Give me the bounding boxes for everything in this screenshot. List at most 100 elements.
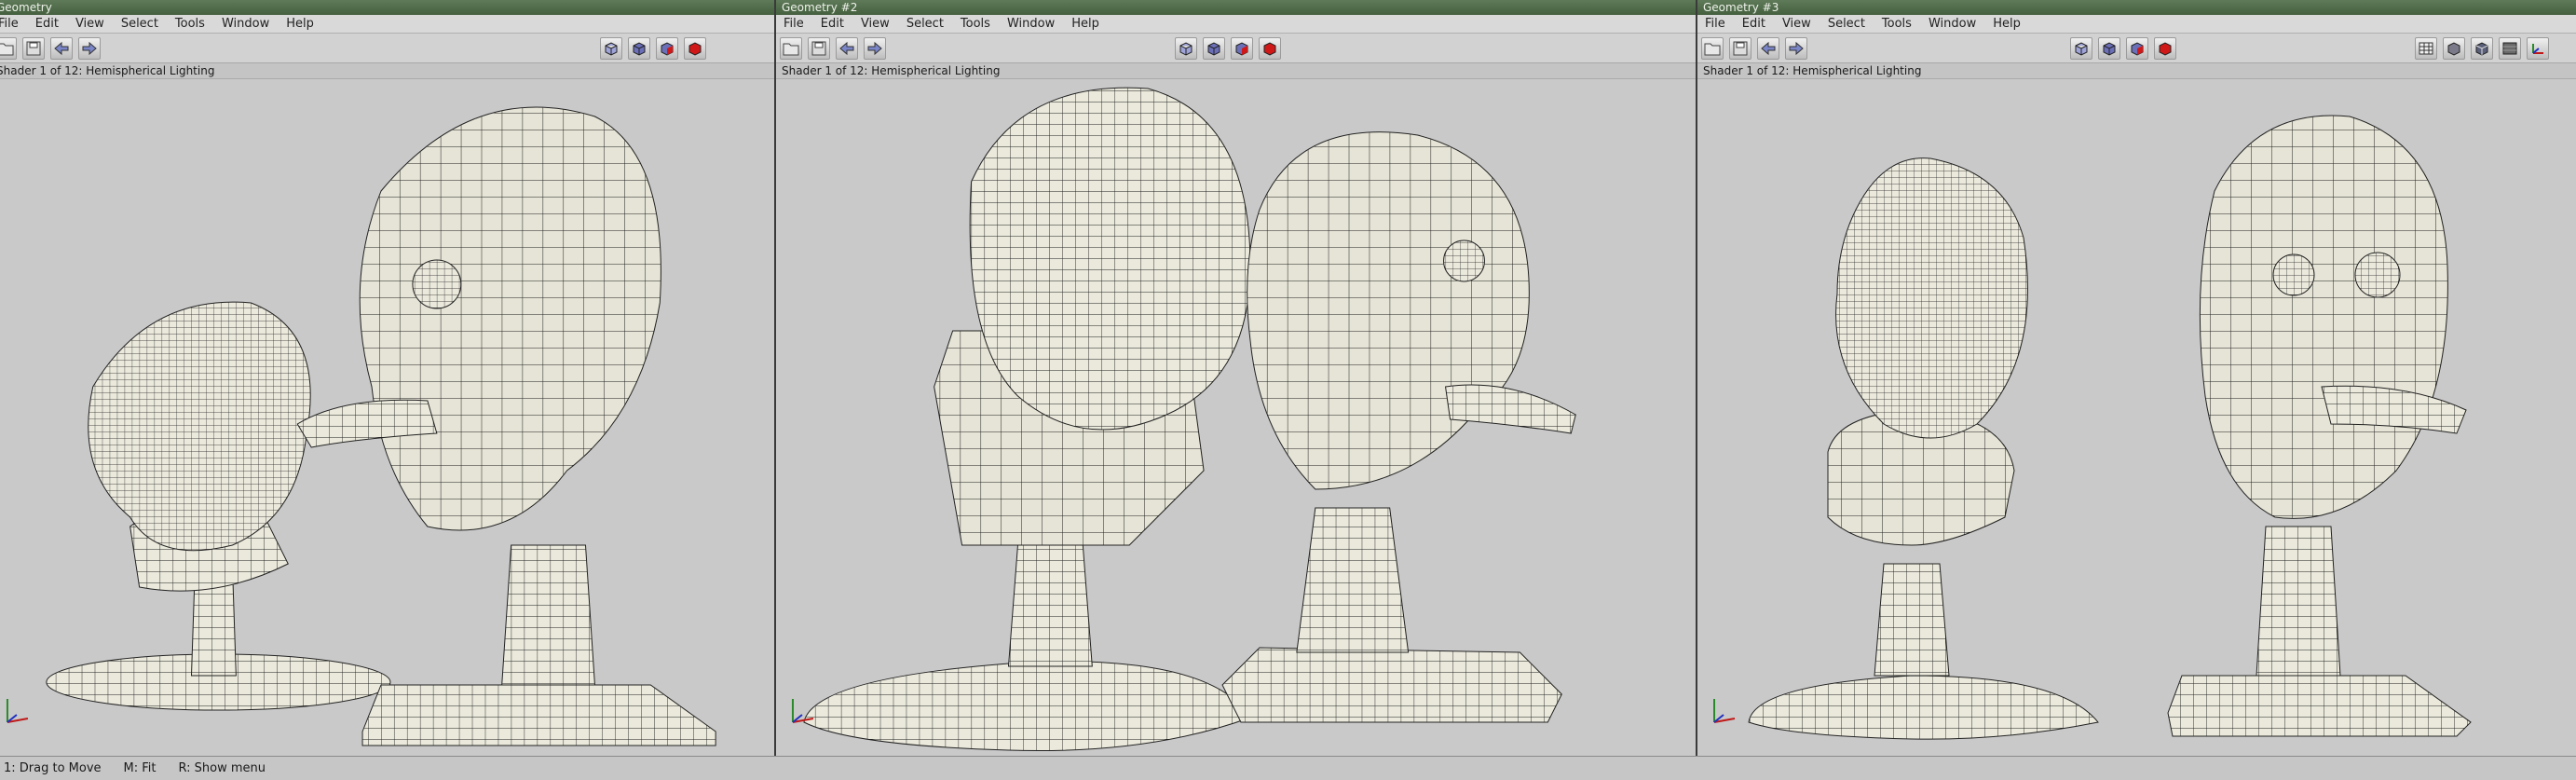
forward-button[interactable] — [1785, 37, 1807, 60]
window-title: Geometry #3 — [1703, 1, 1779, 14]
shader-status: Shader 1 of 12: Hemispherical Lighting — [0, 63, 774, 79]
save-button[interactable] — [808, 37, 830, 60]
back-button[interactable] — [1757, 37, 1779, 60]
red-cube-icon — [2159, 42, 2172, 56]
wireframe-cube-icon — [2075, 42, 2088, 56]
head-model-right — [296, 106, 716, 746]
shader-status: Shader 1 of 12: Hemispherical Lighting — [1697, 63, 2576, 79]
viewport-3d[interactable] — [0, 79, 774, 756]
menu-select[interactable]: Select — [1828, 17, 1865, 31]
menu-view[interactable]: View — [75, 17, 104, 31]
grid-toggle-button[interactable] — [2415, 37, 2437, 60]
open-folder-button[interactable] — [780, 37, 802, 60]
menu-view[interactable]: View — [861, 17, 890, 31]
shaded-cube-icon — [633, 42, 646, 56]
shaded-cube-icon — [2103, 42, 2116, 56]
window-title-bar[interactable]: Geometry — [0, 0, 774, 15]
head-model-right — [1221, 131, 1576, 723]
shaded-wire-cube-icon — [661, 42, 674, 56]
menu-tools[interactable]: Tools — [1882, 17, 1912, 31]
head-model-right — [2167, 115, 2472, 737]
menu-help[interactable]: Help — [1993, 17, 2021, 31]
shaded-mode-button[interactable] — [2098, 37, 2120, 60]
axis-gizmo — [6, 699, 29, 723]
menu-help[interactable]: Help — [1071, 17, 1099, 31]
menu-edit[interactable]: Edit — [1742, 17, 1765, 31]
menu-file[interactable]: File — [1705, 17, 1725, 31]
menu-select[interactable]: Select — [121, 17, 158, 31]
forward-button[interactable] — [864, 37, 886, 60]
shaded-wire-mode-button[interactable] — [1231, 37, 1253, 60]
menu-view[interactable]: View — [1782, 17, 1811, 31]
toolbar — [1697, 34, 2576, 63]
save-disk-icon — [811, 41, 826, 56]
wireframe-mode-button[interactable] — [600, 37, 622, 60]
shaded-mode-button[interactable] — [1203, 37, 1225, 60]
cube-faces-button[interactable] — [2471, 37, 2493, 60]
menu-select[interactable]: Select — [906, 17, 944, 31]
cube-icon — [2447, 42, 2460, 56]
open-folder-button[interactable] — [1701, 37, 1724, 60]
menu-window[interactable]: Window — [222, 17, 269, 31]
solid-mode-button[interactable] — [1259, 37, 1281, 60]
save-button[interactable] — [22, 37, 45, 60]
shaded-wire-mode-button[interactable] — [2126, 37, 2148, 60]
status-bar: 1: Drag to Move M: Fit R: Show menu — [0, 756, 2576, 780]
shaded-wire-cube-icon — [1235, 42, 1248, 56]
cube-faces-icon — [2475, 42, 2488, 56]
menu-edit[interactable]: Edit — [821, 17, 844, 31]
window-title-bar[interactable]: Geometry #2 — [776, 0, 1696, 15]
head-model-left — [46, 301, 391, 711]
geometry-window-1[interactable]: Geometry File Edit View Select Tools Win… — [0, 0, 776, 756]
cube-view-button[interactable] — [2443, 37, 2465, 60]
viewport-3d[interactable] — [776, 79, 1696, 756]
menu-tools[interactable]: Tools — [961, 17, 990, 31]
grid-icon — [2419, 42, 2433, 55]
geometry-window-3[interactable]: Geometry #3 File Edit View Select Tools … — [1697, 0, 2576, 756]
shaded-wire-mode-button[interactable] — [656, 37, 678, 60]
menu-file[interactable]: File — [784, 17, 804, 31]
hint-drag-move: 1: Drag to Move — [4, 761, 102, 775]
arrow-left-icon — [1761, 41, 1776, 56]
save-button[interactable] — [1729, 37, 1751, 60]
viewport-3d[interactable] — [1697, 79, 2576, 756]
menu-edit[interactable]: Edit — [35, 17, 59, 31]
menu-help[interactable]: Help — [286, 17, 314, 31]
arrow-right-icon — [82, 41, 97, 56]
axes-toggle-button[interactable] — [2527, 37, 2549, 60]
arrow-left-icon — [54, 41, 69, 56]
hint-fit: M: Fit — [123, 761, 157, 775]
hint-show-menu: R: Show menu — [178, 761, 266, 775]
forward-button[interactable] — [78, 37, 101, 60]
shaded-mode-button[interactable] — [628, 37, 650, 60]
arrow-right-icon — [867, 41, 882, 56]
red-cube-icon — [1263, 42, 1276, 56]
shader-status: Shader 1 of 12: Hemispherical Lighting — [776, 63, 1696, 79]
wireframe-mode-button[interactable] — [2070, 37, 2092, 60]
menu-file[interactable]: File — [0, 17, 19, 31]
menu-window[interactable]: Window — [1007, 17, 1055, 31]
solid-mode-button[interactable] — [2154, 37, 2176, 60]
shaded-cube-icon — [1207, 42, 1220, 56]
toolbar — [776, 34, 1696, 63]
back-button[interactable] — [50, 37, 73, 60]
menu-tools[interactable]: Tools — [175, 17, 205, 31]
menu-bar: File Edit View Select Tools Window Help — [776, 15, 1696, 34]
menu-bar: File Edit View Select Tools Window Help — [1697, 15, 2576, 34]
open-folder-icon — [0, 43, 14, 56]
texture-icon — [2502, 42, 2517, 55]
texture-button[interactable] — [2499, 37, 2521, 60]
window-title-bar[interactable]: Geometry #3 — [1697, 0, 2576, 15]
open-folder-button[interactable] — [0, 37, 17, 60]
wireframe-cube-icon — [605, 42, 618, 56]
menu-window[interactable]: Window — [1929, 17, 1976, 31]
back-button[interactable] — [836, 37, 858, 60]
red-cube-icon — [688, 42, 702, 56]
wireframe-cube-icon — [1179, 42, 1193, 56]
open-folder-icon — [783, 43, 799, 56]
save-disk-icon — [1733, 41, 1748, 56]
geometry-window-2[interactable]: Geometry #2 File Edit View Select Tools … — [776, 0, 1697, 756]
menu-bar: File Edit View Select Tools Window Help — [0, 15, 774, 34]
solid-mode-button[interactable] — [684, 37, 706, 60]
wireframe-mode-button[interactable] — [1175, 37, 1197, 60]
